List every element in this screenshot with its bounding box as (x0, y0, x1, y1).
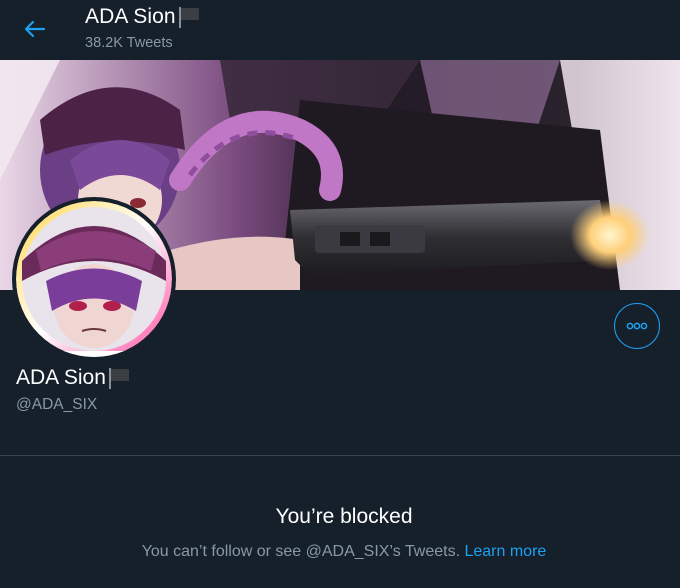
more-options-button[interactable] (614, 303, 660, 349)
tweet-count: 38.2K Tweets (85, 35, 173, 51)
profile-header: ADA Sion 38.2K Tweets (0, 0, 680, 60)
blocked-message: You can’t follow or see @ADA_SIX’s Tweet… (0, 543, 680, 561)
avatar[interactable] (12, 197, 176, 361)
blocked-title: You’re blocked (275, 505, 413, 528)
more-horizontal-icon (626, 322, 648, 330)
profile-display-name: ADA Sion (16, 366, 106, 389)
avatar-image (16, 201, 172, 357)
black-flag-icon (108, 368, 129, 389)
learn-more-link[interactable]: Learn more (464, 543, 546, 560)
profile-name: ADA Sion (16, 366, 132, 390)
black-flag-icon (178, 7, 199, 28)
arrow-left-icon (24, 20, 46, 38)
header-name: ADA Sion (85, 5, 176, 28)
profile-handle: @ADA_SIX (16, 396, 98, 413)
blocked-message-text: You can’t follow or see @ADA_SIX’s Tweet… (141, 543, 461, 560)
back-button[interactable] (18, 14, 52, 44)
divider (0, 455, 680, 456)
header-title: ADA Sion (85, 5, 202, 29)
profile-page: ADA Sion 38.2K Tweets ADA Sion @ADA_SIX … (0, 0, 680, 588)
